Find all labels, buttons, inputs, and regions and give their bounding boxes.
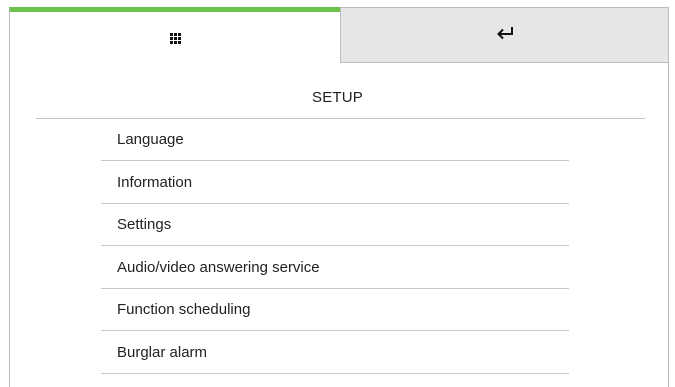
right-border bbox=[668, 63, 669, 387]
back-button[interactable] bbox=[340, 7, 669, 63]
menu-item-burglar-alarm[interactable]: Burglar alarm bbox=[101, 331, 569, 374]
menu-item-answering-service[interactable]: Audio/video answering service bbox=[101, 246, 569, 289]
menu-item-language[interactable]: Language bbox=[101, 119, 569, 161]
left-border bbox=[9, 63, 10, 387]
menu-item-function-scheduling[interactable]: Function scheduling bbox=[101, 289, 569, 331]
page-title: SETUP bbox=[311, 89, 363, 106]
return-arrow-icon bbox=[496, 27, 513, 40]
tab-home[interactable] bbox=[9, 7, 340, 63]
setup-menu: Language Information Settings Audio/vide… bbox=[101, 119, 569, 374]
top-tab-bar bbox=[9, 7, 669, 63]
menu-item-information[interactable]: Information bbox=[101, 161, 569, 204]
grid-icon bbox=[169, 33, 181, 44]
menu-item-settings[interactable]: Settings bbox=[101, 204, 569, 246]
setup-screen: SETUP Language Information Settings Audi… bbox=[0, 0, 675, 387]
